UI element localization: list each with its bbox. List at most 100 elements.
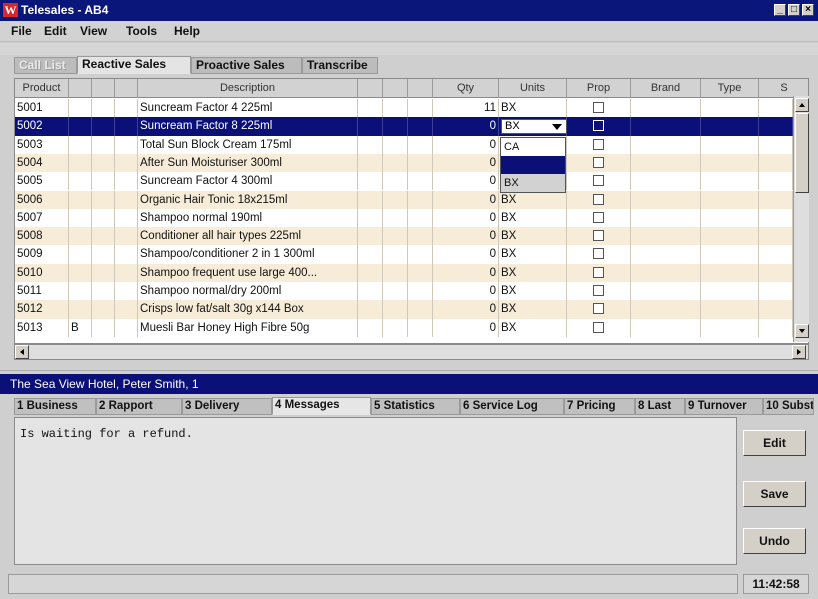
cell-flag[interactable]: [69, 227, 92, 246]
cell-units[interactable]: BX: [499, 318, 567, 337]
cell-extra-2[interactable]: [115, 153, 138, 173]
cell-prop[interactable]: [567, 117, 631, 136]
cell-description[interactable]: Shampoo/conditioner 2 in 1 300ml: [138, 245, 358, 264]
cell-prop[interactable]: [567, 99, 631, 118]
cell-extra-2[interactable]: [115, 282, 138, 301]
cell-extra-1[interactable]: [92, 135, 115, 154]
col-header-prop[interactable]: Prop: [567, 79, 631, 98]
cell-product[interactable]: 5008: [15, 227, 69, 246]
cell-qty[interactable]: 0: [433, 263, 499, 282]
cell-product[interactable]: 5010: [15, 263, 69, 282]
cell-extra-4[interactable]: [383, 172, 408, 191]
cell-description[interactable]: Suncream Factor 8 225ml: [138, 117, 358, 136]
cell-product[interactable]: 5012: [15, 300, 69, 319]
cell-flag[interactable]: [69, 153, 92, 173]
undo-button[interactable]: Undo: [743, 528, 806, 554]
cell-s[interactable]: [759, 318, 793, 337]
cell-product[interactable]: 5013: [15, 318, 69, 337]
cell-type[interactable]: [701, 153, 759, 173]
cell-units[interactable]: BX: [499, 263, 567, 282]
col-header-extra-5[interactable]: [408, 79, 433, 98]
cell-s[interactable]: [759, 263, 793, 282]
tab-reactive-sales[interactable]: Reactive Sales: [77, 56, 191, 74]
cell-extra-1[interactable]: [92, 172, 115, 191]
cell-extra-5[interactable]: [408, 300, 433, 319]
menu-file[interactable]: File: [11, 24, 32, 39]
table-row[interactable]: 5004 After Sun Moisturiser 300ml 0: [15, 153, 793, 173]
save-button[interactable]: Save: [743, 481, 806, 507]
prop-checkbox[interactable]: [593, 248, 604, 260]
cell-prop[interactable]: [567, 172, 631, 191]
cell-type[interactable]: [701, 190, 759, 209]
table-vertical-scrollbar[interactable]: [793, 96, 809, 342]
prop-checkbox[interactable]: [593, 285, 604, 296]
cell-flag[interactable]: [69, 282, 92, 301]
cell-s[interactable]: [759, 282, 793, 301]
cell-product[interactable]: 5001: [15, 99, 69, 118]
cell-flag[interactable]: [69, 208, 92, 228]
col-header-extra-1[interactable]: [92, 79, 115, 98]
tab-substitutes[interactable]: 10 Substitutes: [763, 398, 814, 415]
cell-prop[interactable]: [567, 282, 631, 301]
cell-extra-2[interactable]: [115, 263, 138, 282]
cell-brand[interactable]: [631, 99, 701, 118]
table-row[interactable]: 5003 Total Sun Block Cream 175ml 0CA: [15, 135, 793, 154]
cell-extra-5[interactable]: [408, 282, 433, 301]
cell-brand[interactable]: [631, 190, 701, 209]
table-row[interactable]: 5011 Shampoo normal/dry 200ml 0 BX: [15, 282, 793, 301]
cell-type[interactable]: [701, 282, 759, 301]
cell-extra-4[interactable]: [383, 190, 408, 209]
cell-product[interactable]: 5011: [15, 282, 69, 301]
cell-type[interactable]: [701, 117, 759, 136]
cell-extra-2[interactable]: [115, 135, 138, 154]
cell-type[interactable]: [701, 208, 759, 228]
cell-extra-4[interactable]: [383, 135, 408, 154]
table-row[interactable]: 5013 B Muesli Bar Honey High Fibre 50g 0 BX: [15, 318, 793, 337]
col-header-extra-2[interactable]: [115, 79, 138, 98]
cell-s[interactable]: [759, 99, 793, 118]
cell-extra-2[interactable]: [115, 117, 138, 136]
cell-product[interactable]: 5004: [15, 153, 69, 173]
scroll-up-button[interactable]: [795, 98, 809, 112]
cell-brand[interactable]: [631, 208, 701, 228]
col-header-flag[interactable]: [69, 79, 92, 98]
prop-checkbox[interactable]: [593, 303, 604, 315]
cell-extra-1[interactable]: [92, 208, 115, 228]
scroll-right-button[interactable]: [792, 345, 806, 359]
cell-type[interactable]: [701, 318, 759, 337]
cell-flag[interactable]: [69, 172, 92, 191]
cell-brand[interactable]: [631, 282, 701, 301]
cell-type[interactable]: [701, 245, 759, 264]
table-row[interactable]: 5010 Shampoo frequent use large 400... 0 BX: [15, 263, 793, 282]
prop-checkbox[interactable]: [593, 211, 604, 223]
cell-brand[interactable]: [631, 318, 701, 337]
cell-s[interactable]: [759, 227, 793, 246]
cell-extra-4[interactable]: [383, 263, 408, 282]
cell-flag[interactable]: [69, 135, 92, 154]
menu-tools[interactable]: Tools: [126, 24, 157, 39]
cell-extra-1[interactable]: [92, 245, 115, 264]
tab-statistics[interactable]: 5 Statistics: [371, 398, 460, 415]
scroll-down-button[interactable]: [795, 324, 809, 338]
units-option-ca[interactable]: CA: [501, 138, 565, 156]
cell-qty[interactable]: 0: [433, 282, 499, 301]
cell-product[interactable]: 5009: [15, 245, 69, 264]
tab-messages[interactable]: 4 Messages: [272, 397, 371, 415]
cell-flag[interactable]: [69, 263, 92, 282]
cell-description[interactable]: Shampoo frequent use large 400...: [138, 263, 358, 282]
cell-units[interactable]: BX: [499, 190, 567, 209]
cell-extra-5[interactable]: [408, 190, 433, 209]
cell-units[interactable]: BX: [499, 282, 567, 301]
menu-edit[interactable]: Edit: [44, 24, 67, 39]
cell-extra-3[interactable]: [358, 282, 383, 301]
cell-extra-1[interactable]: [92, 227, 115, 246]
prop-checkbox[interactable]: [593, 175, 604, 187]
table-row[interactable]: 5005 Suncream Factor 4 300ml 0BX: [15, 172, 793, 191]
cell-product[interactable]: 5002: [15, 117, 69, 136]
cell-units[interactable]: BX: [499, 99, 567, 118]
cell-prop[interactable]: [567, 208, 631, 228]
cell-s[interactable]: [759, 300, 793, 319]
cell-extra-2[interactable]: [115, 208, 138, 228]
cell-extra-1[interactable]: [92, 282, 115, 301]
cell-extra-5[interactable]: [408, 153, 433, 173]
